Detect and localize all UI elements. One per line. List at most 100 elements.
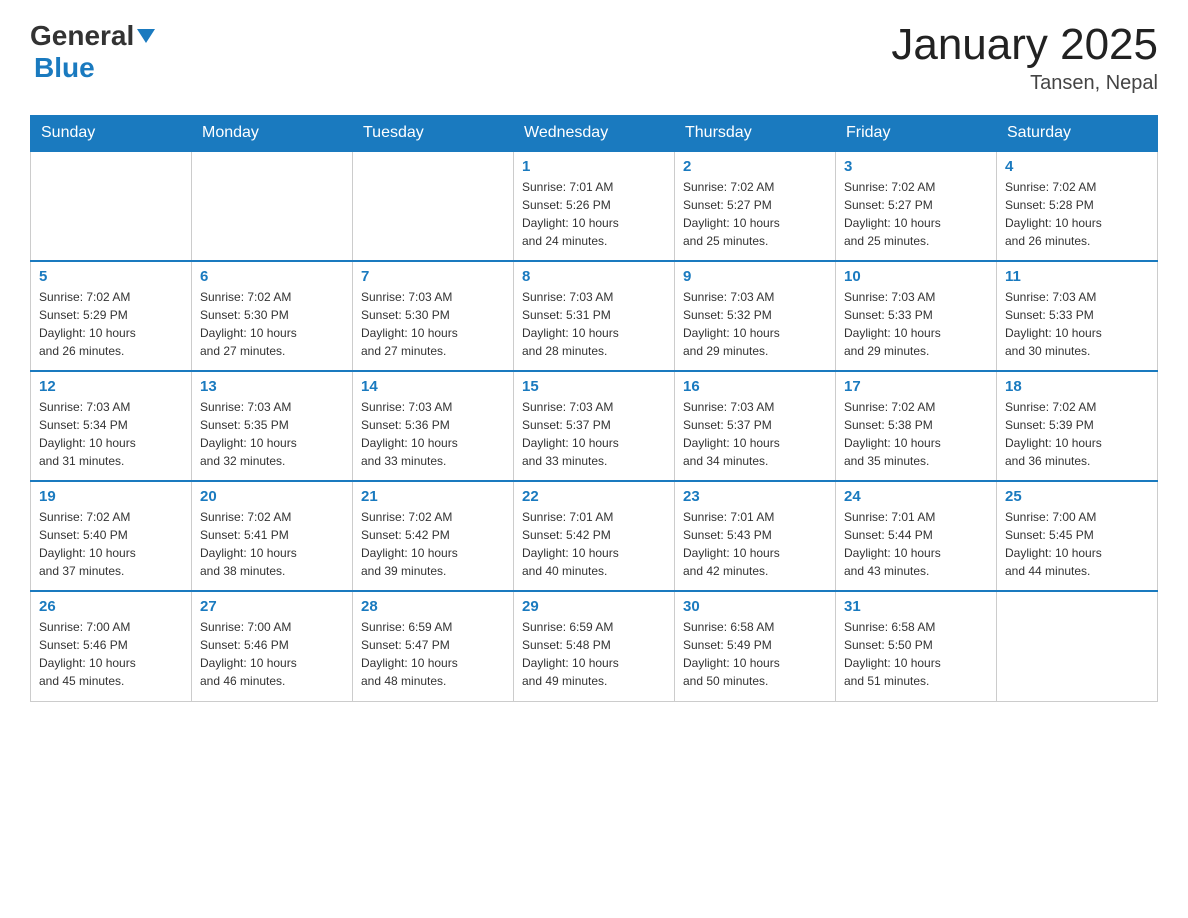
day-info: Sunrise: 7:00 AM Sunset: 5:46 PM Dayligh… (200, 618, 344, 690)
day-number: 21 (361, 488, 505, 505)
calendar-cell (997, 591, 1158, 701)
day-info: Sunrise: 6:59 AM Sunset: 5:47 PM Dayligh… (361, 618, 505, 690)
day-info: Sunrise: 7:02 AM Sunset: 5:28 PM Dayligh… (1005, 178, 1149, 250)
calendar-header-monday: Monday (192, 116, 353, 152)
calendar-header-sunday: Sunday (31, 116, 192, 152)
day-number: 23 (683, 488, 827, 505)
day-number: 14 (361, 378, 505, 395)
calendar-cell: 2 Sunrise: 7:02 AM Sunset: 5:27 PM Daylig… (675, 151, 836, 261)
calendar-cell: 10 Sunrise: 7:03 AM Sunset: 5:33 PM Dayli… (836, 261, 997, 371)
day-info: Sunrise: 7:03 AM Sunset: 5:34 PM Dayligh… (39, 398, 183, 470)
day-info: Sunrise: 7:02 AM Sunset: 5:39 PM Dayligh… (1005, 398, 1149, 470)
calendar-cell (353, 151, 514, 261)
day-number: 10 (844, 268, 988, 285)
day-number: 17 (844, 378, 988, 395)
day-info: Sunrise: 7:00 AM Sunset: 5:45 PM Dayligh… (1005, 508, 1149, 580)
day-number: 24 (844, 488, 988, 505)
day-info: Sunrise: 6:59 AM Sunset: 5:48 PM Dayligh… (522, 618, 666, 690)
day-number: 13 (200, 378, 344, 395)
calendar-header-friday: Friday (836, 116, 997, 152)
day-number: 7 (361, 268, 505, 285)
calendar-cell: 4Sunrise: 7:02 AM Sunset: 5:28 PM Daylig… (997, 151, 1158, 261)
day-info: Sunrise: 7:01 AM Sunset: 5:42 PM Dayligh… (522, 508, 666, 580)
day-number: 1 (522, 158, 666, 175)
day-info: Sunrise: 7:03 AM Sunset: 5:33 PM Dayligh… (844, 288, 988, 360)
calendar-cell: 25 Sunrise: 7:00 AM Sunset: 5:45 PM Dayli… (997, 481, 1158, 591)
calendar-cell: 27 Sunrise: 7:00 AM Sunset: 5:46 PM Dayli… (192, 591, 353, 701)
calendar-header-thursday: Thursday (675, 116, 836, 152)
day-number: 27 (200, 598, 344, 615)
day-number: 29 (522, 598, 666, 615)
calendar-week-row-1: 1 Sunrise: 7:01 AM Sunset: 5:26 PM Daylig… (31, 151, 1158, 261)
calendar-cell: 18 Sunrise: 7:02 AM Sunset: 5:39 PM Dayli… (997, 371, 1158, 481)
day-number: 26 (39, 598, 183, 615)
calendar-cell: 24 Sunrise: 7:01 AM Sunset: 5:44 PM Dayli… (836, 481, 997, 591)
day-number: 25 (1005, 488, 1149, 505)
day-info: Sunrise: 7:00 AM Sunset: 5:46 PM Dayligh… (39, 618, 183, 690)
calendar-week-row-3: 12 Sunrise: 7:03 AM Sunset: 5:34 PM Dayli… (31, 371, 1158, 481)
calendar-header-saturday: Saturday (997, 116, 1158, 152)
calendar-week-row-4: 19 Sunrise: 7:02 AM Sunset: 5:40 PM Dayli… (31, 481, 1158, 591)
calendar-cell: 11Sunrise: 7:03 AM Sunset: 5:33 PM Dayli… (997, 261, 1158, 371)
day-info: Sunrise: 7:03 AM Sunset: 5:37 PM Dayligh… (683, 398, 827, 470)
day-info: Sunrise: 6:58 AM Sunset: 5:49 PM Dayligh… (683, 618, 827, 690)
logo-arrow-icon (137, 29, 155, 48)
day-number: 19 (39, 488, 183, 505)
day-number: 9 (683, 268, 827, 285)
calendar-table: SundayMondayTuesdayWednesdayThursdayFrid… (30, 115, 1158, 702)
calendar-cell: 23 Sunrise: 7:01 AM Sunset: 5:43 PM Dayli… (675, 481, 836, 591)
calendar-cell: 17 Sunrise: 7:02 AM Sunset: 5:38 PM Dayli… (836, 371, 997, 481)
calendar-cell: 26 Sunrise: 7:00 AM Sunset: 5:46 PM Dayli… (31, 591, 192, 701)
calendar-cell (31, 151, 192, 261)
calendar-cell: 28 Sunrise: 6:59 AM Sunset: 5:47 PM Dayli… (353, 591, 514, 701)
calendar-week-row-5: 26 Sunrise: 7:00 AM Sunset: 5:46 PM Dayli… (31, 591, 1158, 701)
calendar-cell: 1 Sunrise: 7:01 AM Sunset: 5:26 PM Daylig… (514, 151, 675, 261)
calendar-cell (192, 151, 353, 261)
day-number: 31 (844, 598, 988, 615)
calendar-cell: 3Sunrise: 7:02 AM Sunset: 5:27 PM Daylig… (836, 151, 997, 261)
calendar-cell: 20 Sunrise: 7:02 AM Sunset: 5:41 PM Dayli… (192, 481, 353, 591)
calendar-cell: 15Sunrise: 7:03 AM Sunset: 5:37 PM Dayli… (514, 371, 675, 481)
day-number: 28 (361, 598, 505, 615)
day-number: 15 (522, 378, 666, 395)
title-section: January 2025 Tansen, Nepal (891, 20, 1158, 95)
day-info: Sunrise: 7:02 AM Sunset: 5:27 PM Dayligh… (683, 178, 827, 250)
day-info: Sunrise: 7:03 AM Sunset: 5:32 PM Dayligh… (683, 288, 827, 360)
day-number: 22 (522, 488, 666, 505)
logo-general-text: General (30, 20, 134, 52)
day-number: 18 (1005, 378, 1149, 395)
day-number: 20 (200, 488, 344, 505)
day-number: 2 (683, 158, 827, 175)
calendar-header-row: SundayMondayTuesdayWednesdayThursdayFrid… (31, 116, 1158, 152)
calendar-header-wednesday: Wednesday (514, 116, 675, 152)
calendar-cell: 5 Sunrise: 7:02 AM Sunset: 5:29 PM Daylig… (31, 261, 192, 371)
calendar-cell: 19 Sunrise: 7:02 AM Sunset: 5:40 PM Dayli… (31, 481, 192, 591)
calendar-header-tuesday: Tuesday (353, 116, 514, 152)
calendar-cell: 22 Sunrise: 7:01 AM Sunset: 5:42 PM Dayli… (514, 481, 675, 591)
day-number: 16 (683, 378, 827, 395)
calendar-cell: 29 Sunrise: 6:59 AM Sunset: 5:48 PM Dayli… (514, 591, 675, 701)
day-info: Sunrise: 7:03 AM Sunset: 5:36 PM Dayligh… (361, 398, 505, 470)
day-number: 5 (39, 268, 183, 285)
calendar-week-row-2: 5 Sunrise: 7:02 AM Sunset: 5:29 PM Daylig… (31, 261, 1158, 371)
day-number: 11 (1005, 268, 1149, 285)
day-info: Sunrise: 7:02 AM Sunset: 5:30 PM Dayligh… (200, 288, 344, 360)
calendar-cell: 16 Sunrise: 7:03 AM Sunset: 5:37 PM Dayli… (675, 371, 836, 481)
day-info: Sunrise: 7:02 AM Sunset: 5:38 PM Dayligh… (844, 398, 988, 470)
day-info: Sunrise: 7:01 AM Sunset: 5:43 PM Dayligh… (683, 508, 827, 580)
calendar-cell: 8Sunrise: 7:03 AM Sunset: 5:31 PM Daylig… (514, 261, 675, 371)
day-info: Sunrise: 7:01 AM Sunset: 5:44 PM Dayligh… (844, 508, 988, 580)
day-info: Sunrise: 7:02 AM Sunset: 5:42 PM Dayligh… (361, 508, 505, 580)
day-info: Sunrise: 6:58 AM Sunset: 5:50 PM Dayligh… (844, 618, 988, 690)
calendar-cell: 31 Sunrise: 6:58 AM Sunset: 5:50 PM Dayli… (836, 591, 997, 701)
calendar-cell: 7 Sunrise: 7:03 AM Sunset: 5:30 PM Daylig… (353, 261, 514, 371)
day-info: Sunrise: 7:03 AM Sunset: 5:30 PM Dayligh… (361, 288, 505, 360)
day-info: Sunrise: 7:02 AM Sunset: 5:41 PM Dayligh… (200, 508, 344, 580)
day-info: Sunrise: 7:01 AM Sunset: 5:26 PM Dayligh… (522, 178, 666, 250)
calendar-cell: 14 Sunrise: 7:03 AM Sunset: 5:36 PM Dayli… (353, 371, 514, 481)
day-info: Sunrise: 7:02 AM Sunset: 5:29 PM Dayligh… (39, 288, 183, 360)
day-number: 12 (39, 378, 183, 395)
day-number: 8 (522, 268, 666, 285)
day-info: Sunrise: 7:02 AM Sunset: 5:40 PM Dayligh… (39, 508, 183, 580)
day-info: Sunrise: 7:02 AM Sunset: 5:27 PM Dayligh… (844, 178, 988, 250)
